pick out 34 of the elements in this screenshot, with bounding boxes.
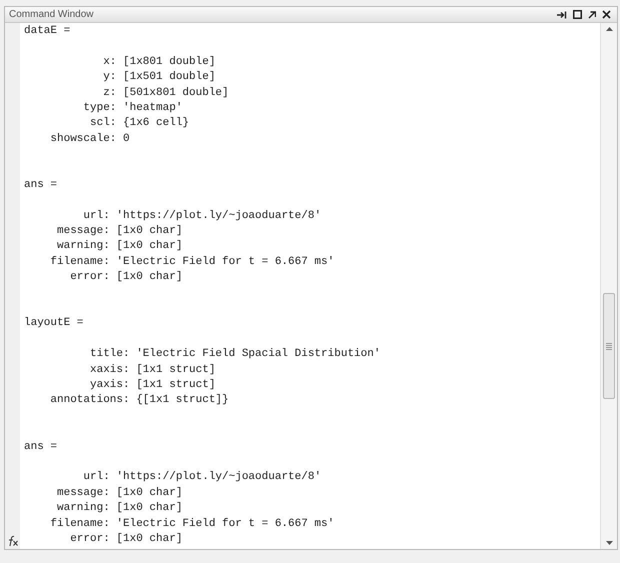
scroll-down-icon[interactable]	[606, 541, 612, 545]
field-line: warning: [1x0 char]	[57, 240, 182, 252]
field-line: yaxis: [1x1 struct]	[90, 378, 216, 391]
field-line: annotations: {[1x1 struct]}	[50, 394, 229, 406]
field-line: url: 'https://plot.ly/~joaoduarte/8'	[83, 210, 322, 222]
field-line: y: [1x501 double]	[103, 71, 216, 84]
close-icon[interactable]	[602, 10, 611, 19]
scrollbar[interactable]	[600, 23, 617, 549]
field-line: xaxis: [1x1 struct]	[90, 364, 216, 376]
field-line: error: [1x0 char]	[70, 271, 182, 284]
field-line: type: 'heatmap'	[83, 102, 182, 114]
variable-header: ans =	[24, 440, 58, 453]
variable-header: layoutE =	[24, 317, 84, 330]
maximize-icon[interactable]	[573, 10, 582, 19]
minimize-icon[interactable]	[557, 10, 567, 18]
field-line: filename: 'Electric Field for t = 6.667 ms'	[50, 256, 334, 268]
field-line: message: [1x0 char]	[57, 225, 182, 238]
field-line: url: 'https://plot.ly/~joaoduarte/8'	[83, 471, 322, 484]
field-line: scl: {1x6 cell}	[90, 117, 190, 130]
function-icon[interactable]	[6, 535, 18, 547]
field-line: message: [1x0 char]	[57, 486, 182, 499]
field-line: warning: [1x0 char]	[57, 502, 182, 514]
field-line: filename: 'Electric Field for t = 6.667 ms'	[50, 518, 334, 530]
field-line: title: 'Electric Field Spacial Distribution'	[90, 348, 380, 360]
field-line: x: [1x801 double]	[103, 56, 216, 68]
scroll-up-icon[interactable]	[606, 27, 612, 31]
field-line: z: [501x801 double]	[103, 86, 229, 99]
field-line: error: [1x0 char]	[70, 532, 182, 545]
variable-header: ans =	[24, 178, 58, 191]
window-title: Command Window	[9, 10, 94, 20]
undock-arrow-icon[interactable]	[588, 10, 596, 18]
field-line: showscale: 0	[50, 132, 130, 145]
scrollbar-thumb[interactable]	[603, 293, 615, 399]
variable-header: dataE =	[24, 25, 70, 37]
